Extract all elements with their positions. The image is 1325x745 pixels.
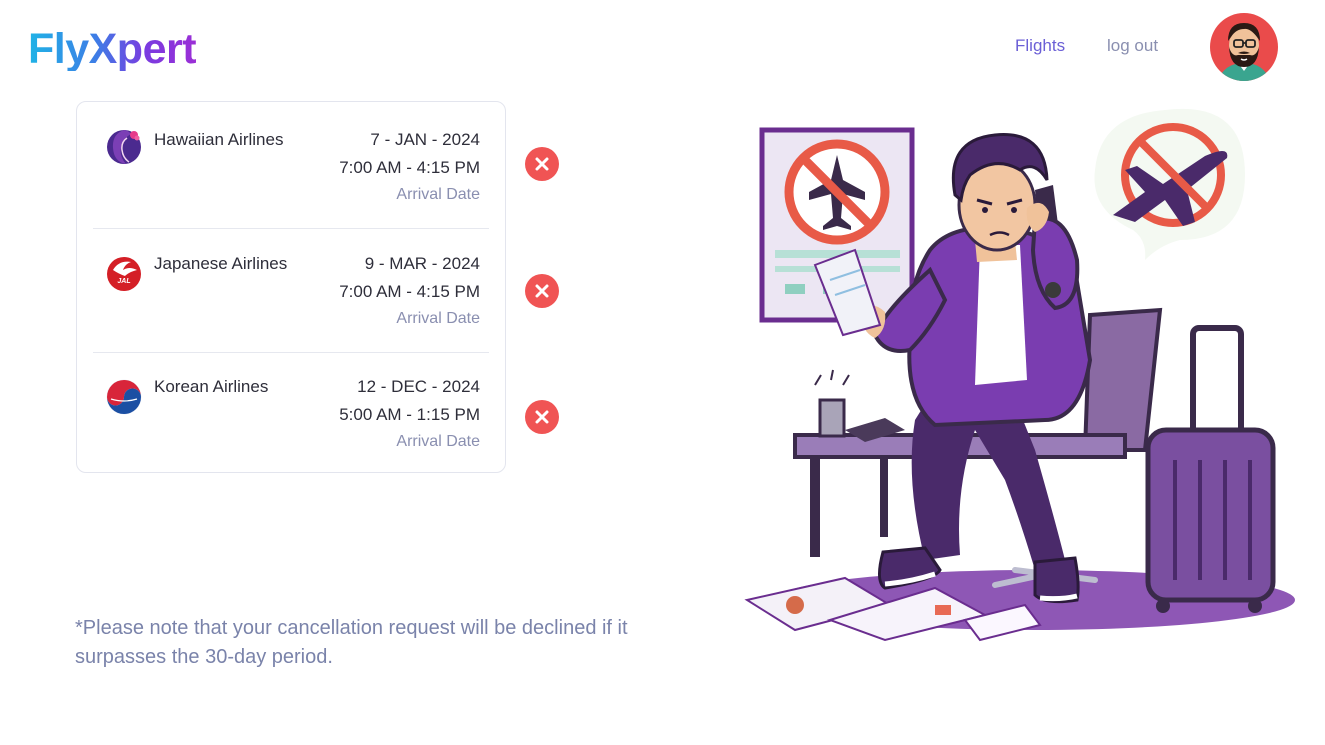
brand-logo[interactable]: FlyXpert [28, 28, 197, 71]
jal-logo-text: JAL [117, 278, 130, 285]
booking-row-korean: Korean Airlines 12 - DEC - 2024 5:00 AM … [77, 349, 505, 473]
bookings-card: Hawaiian Airlines 7 - JAN - 2024 7:00 AM… [76, 101, 506, 473]
cancel-booking-button[interactable] [525, 147, 559, 181]
flight-date: 7 - JAN - 2024 [370, 130, 480, 149]
cancel-booking-button[interactable] [525, 400, 559, 434]
airline-name: Japanese Airlines [154, 254, 288, 273]
avatar-icon [1218, 23, 1270, 81]
hawaiian-airlines-logo-icon [107, 130, 141, 164]
cancellation-policy-note: *Please note that your cancellation requ… [75, 617, 628, 668]
korean-air-logo-icon [106, 379, 142, 415]
jal-logo-icon: JAL [107, 257, 141, 291]
nav-flights-link[interactable]: Flights [1015, 36, 1065, 56]
nav-logout-link[interactable]: log out [1107, 36, 1158, 56]
cancel-booking-button[interactable] [525, 274, 559, 308]
flight-time: 7:00 AM - 4:15 PM [339, 282, 480, 301]
flight-time: 5:00 AM - 1:15 PM [339, 405, 480, 424]
arrival-date-label: Arrival Date [396, 310, 480, 327]
flight-date: 9 - MAR - 2024 [364, 254, 480, 273]
arrival-date-label: Arrival Date [396, 433, 480, 450]
airline-name: Hawaiian Airlines [154, 130, 284, 149]
close-icon [535, 284, 549, 298]
booking-row-japanese: JAL Japanese Airlines 9 - MAR - 2024 7:0… [77, 226, 505, 350]
booking-row-hawaiian: Hawaiian Airlines 7 - JAN - 2024 7:00 AM… [77, 102, 505, 226]
close-icon [535, 410, 549, 424]
airline-name: Korean Airlines [154, 377, 269, 396]
close-icon [535, 157, 549, 171]
user-avatar[interactable] [1210, 13, 1278, 81]
flight-time: 7:00 AM - 4:15 PM [339, 158, 480, 177]
flight-date: 12 - DEC - 2024 [357, 377, 480, 396]
arrival-date-label: Arrival Date [396, 186, 480, 203]
cancelled-flight-illustration [744, 108, 1295, 642]
